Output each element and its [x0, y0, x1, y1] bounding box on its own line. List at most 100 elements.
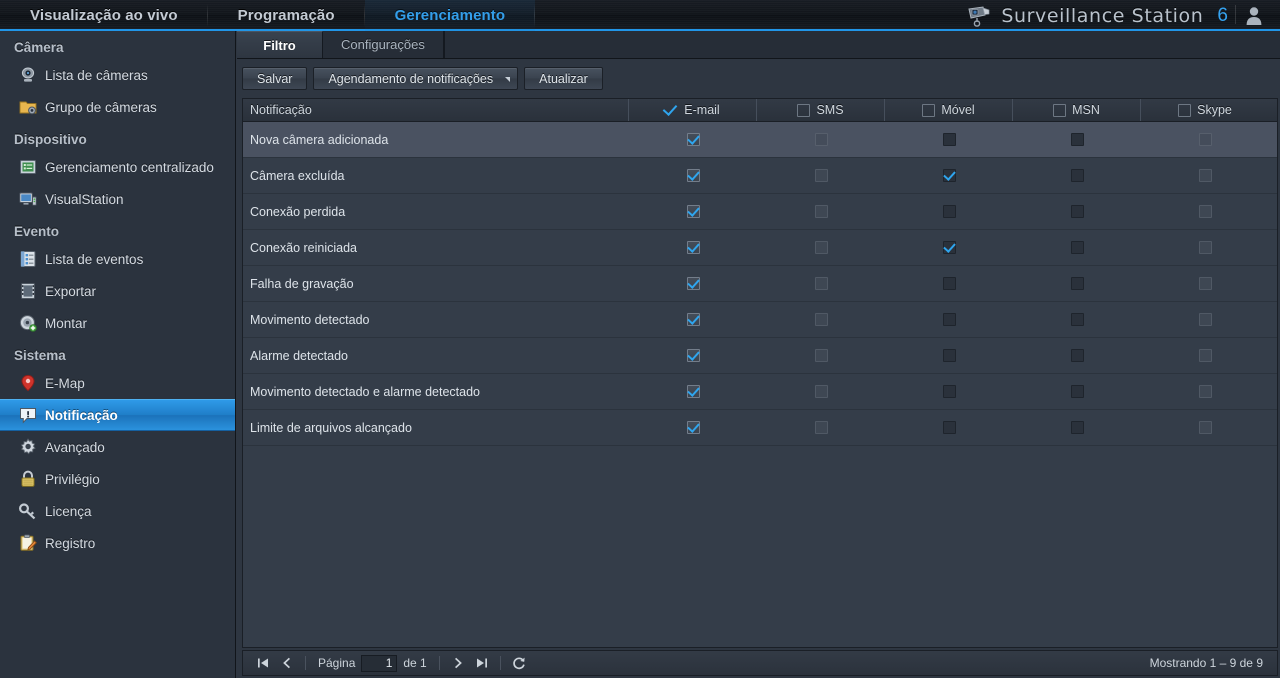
table-row[interactable]: Alarme detectado [243, 338, 1277, 374]
cell-mobile[interactable] [885, 302, 1013, 338]
checkbox[interactable] [942, 313, 956, 326]
checkbox[interactable] [686, 349, 700, 362]
cell-sms[interactable] [757, 230, 885, 266]
cell-sms[interactable] [757, 158, 885, 194]
cell-email[interactable] [629, 302, 757, 338]
checkbox[interactable] [1070, 169, 1084, 182]
column-header-checkbox[interactable] [665, 104, 678, 117]
sidebar-item-avan-ado[interactable]: Avançado [0, 431, 235, 463]
checkbox[interactable] [814, 421, 828, 434]
cell-sms[interactable] [757, 194, 885, 230]
checkbox[interactable] [814, 313, 828, 326]
cell-email[interactable] [629, 266, 757, 302]
checkbox[interactable] [1070, 349, 1084, 362]
table-row[interactable]: Nova câmera adicionada [243, 122, 1277, 158]
sidebar-item-privil-gio[interactable]: Privilégio [0, 463, 235, 495]
prev-page-icon[interactable] [275, 652, 299, 674]
cell-mobile[interactable] [885, 410, 1013, 446]
top-nav-item-2[interactable]: Gerenciamento [364, 0, 536, 31]
column-header-m-vel[interactable]: Móvel [885, 99, 1013, 121]
table-row[interactable]: Falha de gravação [243, 266, 1277, 302]
checkbox[interactable] [686, 421, 700, 434]
column-header-notificacao[interactable]: Notificação [243, 99, 629, 121]
checkbox[interactable] [1198, 277, 1212, 290]
top-nav-item-0[interactable]: Visualização ao vivo [0, 0, 208, 31]
checkbox[interactable] [942, 349, 956, 362]
checkbox[interactable] [686, 241, 700, 254]
user-menu-button[interactable] [1236, 0, 1272, 31]
cell-mobile[interactable] [885, 374, 1013, 410]
cell-msn[interactable] [1013, 374, 1141, 410]
cell-skype[interactable] [1141, 230, 1269, 266]
checkbox[interactable] [1198, 313, 1212, 326]
sidebar-item-lista-de-c-meras[interactable]: Lista de câmeras [0, 59, 235, 91]
checkbox[interactable] [1070, 421, 1084, 434]
cell-email[interactable] [629, 338, 757, 374]
column-header-checkbox[interactable] [922, 103, 936, 117]
cell-sms[interactable] [757, 374, 885, 410]
cell-sms[interactable] [757, 302, 885, 338]
cell-skype[interactable] [1141, 302, 1269, 338]
cell-email[interactable] [629, 410, 757, 446]
cell-email[interactable] [629, 122, 757, 158]
checkbox[interactable] [1198, 241, 1212, 254]
checkbox[interactable] [1198, 205, 1212, 218]
checkbox[interactable] [942, 133, 956, 146]
cell-skype[interactable] [1141, 266, 1269, 302]
table-row[interactable]: Câmera excluída [243, 158, 1277, 194]
cell-skype[interactable] [1141, 194, 1269, 230]
checkbox[interactable] [686, 205, 700, 218]
last-page-icon[interactable] [470, 652, 494, 674]
table-row[interactable]: Conexão perdida [243, 194, 1277, 230]
column-header-msn[interactable]: MSN [1013, 99, 1141, 121]
tab-configurações[interactable]: Configurações [323, 31, 444, 58]
save-button[interactable]: Salvar [242, 67, 308, 90]
checkbox[interactable] [1198, 169, 1212, 182]
table-row[interactable]: Movimento detectado [243, 302, 1277, 338]
cell-email[interactable] [629, 194, 757, 230]
sidebar-item-licen-a[interactable]: Licença [0, 495, 235, 527]
checkbox[interactable] [942, 385, 956, 398]
column-header-e-mail[interactable]: E-mail [629, 99, 757, 121]
cell-msn[interactable] [1013, 194, 1141, 230]
cell-mobile[interactable] [885, 122, 1013, 158]
cell-sms[interactable] [757, 410, 885, 446]
cell-msn[interactable] [1013, 338, 1141, 374]
checkbox[interactable] [1198, 349, 1212, 362]
refresh-button[interactable]: Atualizar [524, 67, 603, 90]
sidebar-item-montar[interactable]: Montar [0, 307, 235, 339]
cell-msn[interactable] [1013, 302, 1141, 338]
checkbox[interactable] [686, 277, 700, 290]
checkbox[interactable] [686, 133, 700, 146]
sidebar-item-notifica-o[interactable]: Notificação [0, 399, 235, 431]
notification-schedule-button[interactable]: Agendamento de notificações [313, 67, 519, 90]
cell-sms[interactable] [757, 266, 885, 302]
cell-sms[interactable] [757, 122, 885, 158]
checkbox[interactable] [942, 277, 956, 290]
first-page-icon[interactable] [251, 652, 275, 674]
column-header-skype[interactable]: Skype [1141, 99, 1269, 121]
table-row[interactable]: Movimento detectado e alarme detectado [243, 374, 1277, 410]
checkbox[interactable] [1198, 421, 1212, 434]
checkbox[interactable] [814, 205, 828, 218]
checkbox[interactable] [814, 349, 828, 362]
sidebar-item-gerenciamento-centralizado[interactable]: Gerenciamento centralizado [0, 151, 235, 183]
checkbox[interactable] [814, 133, 828, 146]
cell-mobile[interactable] [885, 194, 1013, 230]
sidebar-item-e-map[interactable]: E-Map [0, 367, 235, 399]
sidebar-item-exportar[interactable]: Exportar [0, 275, 235, 307]
cell-skype[interactable] [1141, 158, 1269, 194]
cell-email[interactable] [629, 374, 757, 410]
next-page-icon[interactable] [446, 652, 470, 674]
cell-msn[interactable] [1013, 410, 1141, 446]
checkbox[interactable] [814, 385, 828, 398]
cell-sms[interactable] [757, 338, 885, 374]
checkbox[interactable] [1070, 277, 1084, 290]
cell-skype[interactable] [1141, 410, 1269, 446]
sidebar-item-registro[interactable]: Registro [0, 527, 235, 559]
checkbox[interactable] [1070, 205, 1084, 218]
sidebar-item-visualstation[interactable]: VisualStation [0, 183, 235, 215]
checkbox[interactable] [1070, 241, 1084, 254]
checkbox[interactable] [942, 421, 956, 434]
checkbox[interactable] [814, 169, 828, 182]
